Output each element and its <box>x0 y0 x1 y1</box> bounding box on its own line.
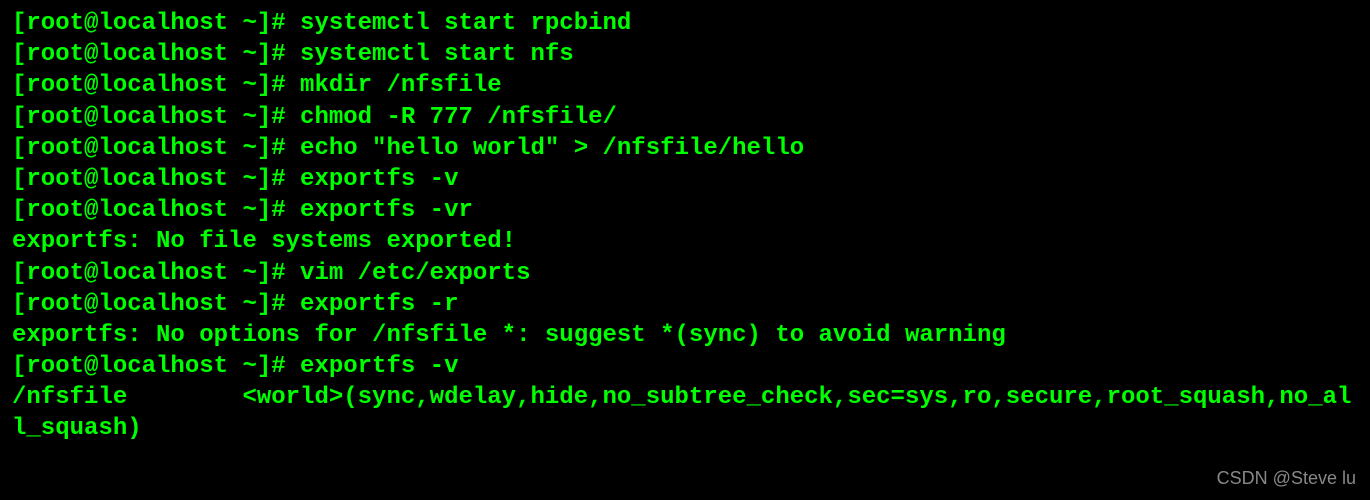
shell-output: /nfsfile <world>(sync,wdelay,hide,no_sub… <box>12 384 1351 442</box>
shell-command: echo "hello world" > /nfsfile/hello <box>300 135 804 162</box>
shell-prompt: [root@localhost ~]# <box>12 135 300 162</box>
shell-prompt: [root@localhost ~]# <box>12 41 300 68</box>
shell-command: systemctl start nfs <box>300 41 574 68</box>
shell-command: systemctl start rpcbind <box>300 10 631 37</box>
watermark-text: CSDN @Steve lu <box>1217 467 1356 490</box>
shell-command: exportfs -vr <box>300 197 473 224</box>
terminal-line: [root@localhost ~]# exportfs -vr <box>12 195 1358 226</box>
terminal-line: /nfsfile <world>(sync,wdelay,hide,no_sub… <box>12 382 1358 444</box>
terminal-line: [root@localhost ~]# mkdir /nfsfile <box>12 70 1358 101</box>
shell-command: vim /etc/exports <box>300 260 530 287</box>
shell-prompt: [root@localhost ~]# <box>12 197 300 224</box>
shell-prompt: [root@localhost ~]# <box>12 72 300 99</box>
terminal-line: [root@localhost ~]# exportfs -v <box>12 164 1358 195</box>
terminal-line: [root@localhost ~]# systemctl start rpcb… <box>12 8 1358 39</box>
shell-command: exportfs -v <box>300 166 458 193</box>
terminal-line: exportfs: No options for /nfsfile *: sug… <box>12 320 1358 351</box>
terminal-line: [root@localhost ~]# chmod -R 777 /nfsfil… <box>12 102 1358 133</box>
shell-command: mkdir /nfsfile <box>300 72 502 99</box>
terminal-window[interactable]: [root@localhost ~]# systemctl start rpcb… <box>12 8 1358 445</box>
shell-prompt: [root@localhost ~]# <box>12 104 300 131</box>
shell-prompt: [root@localhost ~]# <box>12 353 300 380</box>
shell-prompt: [root@localhost ~]# <box>12 291 300 318</box>
shell-output: exportfs: No file systems exported! <box>12 228 516 255</box>
terminal-line: [root@localhost ~]# exportfs -v <box>12 351 1358 382</box>
shell-command: chmod -R 777 /nfsfile/ <box>300 104 617 131</box>
terminal-line: [root@localhost ~]# exportfs -r <box>12 289 1358 320</box>
shell-command: exportfs -v <box>300 353 458 380</box>
shell-prompt: [root@localhost ~]# <box>12 166 300 193</box>
shell-prompt: [root@localhost ~]# <box>12 260 300 287</box>
terminal-line: [root@localhost ~]# vim /etc/exports <box>12 258 1358 289</box>
shell-prompt: [root@localhost ~]# <box>12 10 300 37</box>
shell-output: exportfs: No options for /nfsfile *: sug… <box>12 322 1006 349</box>
terminal-line: exportfs: No file systems exported! <box>12 226 1358 257</box>
terminal-line: [root@localhost ~]# echo "hello world" >… <box>12 133 1358 164</box>
terminal-line: [root@localhost ~]# systemctl start nfs <box>12 39 1358 70</box>
shell-command: exportfs -r <box>300 291 458 318</box>
